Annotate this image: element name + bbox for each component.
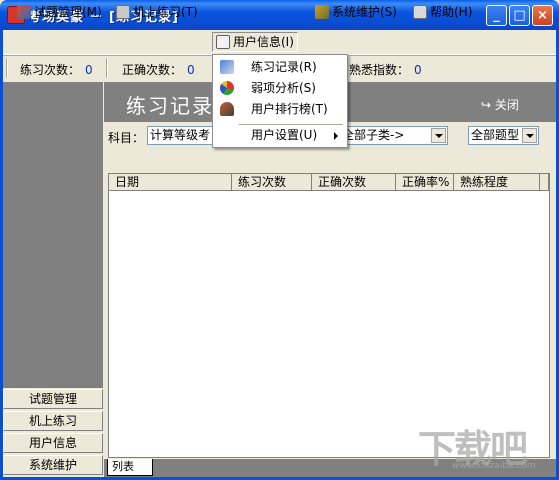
system-maintenance-icon: [315, 5, 329, 19]
menu-item-practice-record[interactable]: 练习记录(R): [214, 57, 346, 77]
menu-item-user-ranking[interactable]: 用户排行榜(T): [214, 99, 346, 119]
chevron-down-icon[interactable]: [431, 128, 446, 143]
watermark-url: www.xiazaiba.com: [452, 461, 536, 471]
close-window-button[interactable]: ×: [532, 5, 553, 26]
maximize-button[interactable]: □: [509, 5, 530, 26]
computer-practice-icon: [116, 5, 130, 19]
stats-separator: [6, 58, 8, 78]
subject-select[interactable]: 计算等级考: [147, 126, 213, 145]
minimize-button[interactable]: _: [486, 5, 507, 26]
user-info-dropdown: 练习记录(R) 弱项分析(S) 用户排行榜(T) 用户设置(U): [212, 54, 348, 148]
practice-record-icon: [220, 60, 234, 74]
stat-practice-count: 练习次数： 0: [20, 63, 93, 77]
close-arrow-icon: ↪: [481, 98, 492, 112]
column-header-proficiency[interactable]: 熟练程度: [454, 174, 540, 191]
menu-item-user-settings[interactable]: 用户设置(U): [214, 125, 346, 145]
tab-list-view[interactable]: 列表: [107, 459, 153, 476]
subject-label: 科目：: [108, 131, 145, 145]
menu-exam-management[interactable]: 试题管理(M): [14, 3, 105, 21]
menu-help[interactable]: 帮助(H): [410, 3, 475, 21]
column-header-date[interactable]: 日期: [109, 174, 232, 191]
menu-item-weakness-analysis[interactable]: 弱项分析(S): [214, 78, 346, 98]
sidebar-item-user-info[interactable]: 用户信息: [3, 433, 103, 453]
user-ranking-icon: [220, 102, 234, 116]
submenu-arrow-icon: [334, 132, 338, 140]
question-type-select[interactable]: 全部题型: [468, 126, 539, 145]
chevron-down-icon[interactable]: [522, 128, 537, 143]
stat-familiarity: 熟悉指数： 0: [349, 63, 422, 77]
help-icon: [413, 5, 427, 19]
page-title: 练习记录: [126, 94, 214, 118]
exam-management-icon: [17, 5, 31, 19]
subcategory-select[interactable]: 全部子类->: [340, 126, 448, 145]
sidebar-panel: [3, 82, 103, 388]
menu-system-maintenance[interactable]: 系统维护(S): [312, 3, 400, 21]
column-header-correct-count[interactable]: 正确次数: [312, 174, 396, 191]
sidebar-item-system-maintenance[interactable]: 系统维护: [3, 455, 103, 475]
menu-user-info[interactable]: 用户信息(I): [212, 32, 298, 52]
close-panel-button[interactable]: ↪ 关闭: [481, 96, 519, 113]
sidebar-item-exam-management[interactable]: 试题管理: [3, 389, 103, 409]
stats-separator: [106, 58, 108, 78]
column-header-accuracy[interactable]: 正确率%: [396, 174, 454, 191]
stat-correct-count: 正确次数： 0: [122, 63, 195, 77]
column-header-practice-count[interactable]: 练习次数: [232, 174, 312, 191]
weakness-analysis-icon: [220, 81, 234, 95]
table-header: 日期 练习次数 正确次数 正确率% 熟练程度: [109, 174, 549, 191]
records-table[interactable]: [108, 173, 550, 458]
column-header-filler: [540, 174, 549, 191]
sidebar-item-computer-practice[interactable]: 机上练习: [3, 411, 103, 431]
menu-computer-practice[interactable]: 机上练习(T): [113, 3, 201, 21]
user-info-icon: [216, 35, 230, 49]
